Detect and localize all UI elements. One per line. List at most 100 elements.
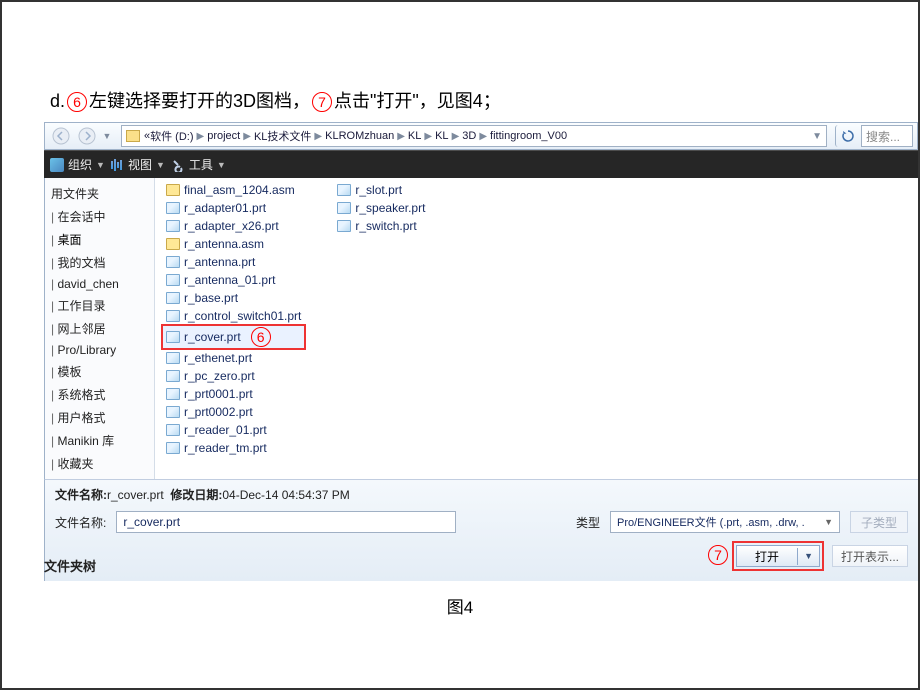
sidebar-item[interactable]: | 我的文档 [45, 251, 154, 274]
file-list-item[interactable]: r_speaker.prt [334, 200, 428, 216]
prt-file-icon [166, 274, 180, 286]
breadcrumb-item[interactable]: 软件 (D:) [150, 128, 193, 144]
prt-file-icon [166, 424, 180, 436]
file-name-label: r_speaker.prt [355, 201, 425, 215]
prt-file-icon [166, 256, 180, 268]
tools-menu[interactable]: 工具 ▼ [171, 156, 226, 173]
sidebar-item[interactable]: 用文件夹 [45, 182, 154, 205]
file-list-item[interactable]: r_antenna.prt [163, 254, 304, 270]
file-list-item[interactable]: r_prt0001.prt [163, 386, 304, 402]
file-open-dialog: ▼ « 软件 (D:)▶ project▶ KL技术文件▶ KLROMzhuan… [44, 122, 918, 581]
file-list-item[interactable]: r_pc_zero.prt [163, 368, 304, 384]
refresh-button[interactable] [835, 125, 859, 147]
sidebar-item[interactable]: | 系统格式 [45, 383, 154, 406]
file-name-label: r_antenna_01.prt [184, 273, 275, 287]
file-list-item[interactable]: r_antenna.asm [163, 236, 304, 252]
file-list-item[interactable]: r_control_switch01.prt [163, 308, 304, 324]
file-name-label: r_reader_01.prt [184, 423, 267, 437]
sidebar-item[interactable]: | 桌面 [45, 228, 154, 251]
sidebar-item[interactable]: | 网上邻居 [45, 317, 154, 340]
prt-file-icon [337, 220, 351, 232]
file-list-item[interactable]: r_adapter01.prt [163, 200, 304, 216]
file-name-label: r_control_switch01.prt [184, 309, 301, 323]
prt-file-icon [166, 310, 180, 322]
circle-6-annotation: 6 [251, 327, 271, 347]
organize-icon [50, 158, 64, 172]
filename-label: 文件名称: [55, 514, 106, 531]
file-name-label: r_switch.prt [355, 219, 416, 233]
file-list-item[interactable]: r_ethenet.prt [163, 350, 304, 366]
file-browser-main: 用文件夹| 在会话中| 桌面| 我的文档| david_chen| 工作目录| … [44, 178, 918, 479]
sidebar-item[interactable]: | 收藏夹 [45, 452, 154, 475]
dialog-footer: 文件名称:r_cover.prt 修改日期:04-Dec-14 04:54:37… [44, 479, 918, 581]
file-name-label: r_slot.prt [355, 183, 402, 197]
file-list-item[interactable]: r_reader_01.prt [163, 422, 304, 438]
view-icon [111, 158, 122, 172]
breadcrumb-bar[interactable]: « 软件 (D:)▶ project▶ KL技术文件▶ KLROMzhuan▶ … [121, 125, 827, 147]
sidebar-item[interactable]: | 用户格式 [45, 406, 154, 429]
file-list-item[interactable]: r_reader_tm.prt [163, 440, 304, 456]
file-name-label: r_prt0002.prt [184, 405, 253, 419]
circle-7-instruction: 7 [312, 92, 332, 112]
file-name-label: r_reader_tm.prt [184, 441, 267, 455]
file-name-label: r_base.prt [184, 291, 238, 305]
file-list-area: final_asm_1204.asm r_adapter01.prt r_adapt… [155, 178, 918, 479]
breadcrumb-item[interactable]: project [207, 130, 240, 142]
nav-forward-button[interactable] [75, 125, 99, 147]
breadcrumb-item[interactable]: KLROMzhuan [325, 130, 394, 142]
file-name-label: r_antenna.prt [184, 255, 255, 269]
organize-menu[interactable]: 组织 ▼ [50, 156, 105, 173]
file-name-label: r_prt0001.prt [184, 387, 253, 401]
circle-6-instruction: 6 [67, 92, 87, 112]
figure-label: 图4 [2, 593, 918, 618]
tools-icon [171, 158, 185, 172]
prt-file-icon [166, 331, 180, 343]
prt-file-icon [166, 220, 180, 232]
type-select[interactable]: Pro/ENGINEER文件 (.prt, .asm, .drw, .▼ [610, 511, 840, 533]
filename-field[interactable] [116, 511, 456, 533]
file-list-item[interactable]: r_base.prt [163, 290, 304, 306]
prt-file-icon [337, 184, 351, 196]
prt-file-icon [166, 292, 180, 304]
sidebar-item[interactable]: | 模板 [45, 360, 154, 383]
prt-file-icon [166, 388, 180, 400]
file-name-label: r_antenna.asm [184, 237, 264, 251]
prt-file-icon [337, 202, 351, 214]
file-name-label: final_asm_1204.asm [184, 183, 295, 197]
file-list-item[interactable]: r_cover.prt 6 [163, 326, 304, 348]
open-button-dropdown[interactable]: ▼ [798, 551, 819, 561]
subtype-button: 子类型 [850, 511, 908, 533]
file-name-label: r_adapter01.prt [184, 201, 266, 215]
nav-back-button[interactable] [49, 125, 73, 147]
sidebar-item[interactable]: | david_chen [45, 274, 154, 294]
breadcrumb-item[interactable]: KL [435, 130, 448, 142]
prt-file-icon [166, 370, 180, 382]
breadcrumb-item[interactable]: fittingroom_V00 [490, 130, 567, 142]
asm-file-icon [166, 184, 180, 196]
sidebar-item[interactable]: | Manikin 库 [45, 429, 154, 452]
sidebar-item[interactable]: | 在会话中 [45, 205, 154, 228]
breadcrumb-item[interactable]: 3D [462, 130, 476, 142]
breadcrumb-item[interactable]: KL技术文件 [254, 128, 311, 144]
view-menu[interactable]: 视图 ▼ [111, 156, 165, 173]
file-name-label: r_ethenet.prt [184, 351, 252, 365]
file-list-item[interactable]: r_switch.prt [334, 218, 428, 234]
file-name-label: r_adapter_x26.prt [184, 219, 279, 233]
open-button[interactable]: 打开 ▼ [736, 545, 820, 567]
file-list-item[interactable]: r_adapter_x26.prt [163, 218, 304, 234]
prt-file-icon [166, 352, 180, 364]
sidebar-item[interactable]: | Pro/Library [45, 340, 154, 360]
file-list-item[interactable]: r_antenna_01.prt [163, 272, 304, 288]
file-name-label: r_cover.prt [184, 330, 241, 344]
sidebar-folder-list: 用文件夹| 在会话中| 桌面| 我的文档| david_chen| 工作目录| … [45, 178, 155, 479]
dialog-toolbar: 组织 ▼ 视图 ▼ 工具 ▼ [44, 150, 918, 178]
sidebar-item[interactable]: | 工作目录 [45, 294, 154, 317]
file-list-item[interactable]: r_slot.prt [334, 182, 428, 198]
breadcrumb-item[interactable]: KL [408, 130, 421, 142]
open-button-highlight: 7 打开 ▼ [732, 541, 824, 571]
search-input[interactable]: 搜索... [861, 125, 913, 147]
nav-dropdown-icon[interactable]: ▼ [101, 125, 113, 147]
file-list-item[interactable]: r_prt0002.prt [163, 404, 304, 420]
file-list-item[interactable]: final_asm_1204.asm [163, 182, 304, 198]
open-representation-button[interactable]: 打开表示... [832, 545, 908, 567]
